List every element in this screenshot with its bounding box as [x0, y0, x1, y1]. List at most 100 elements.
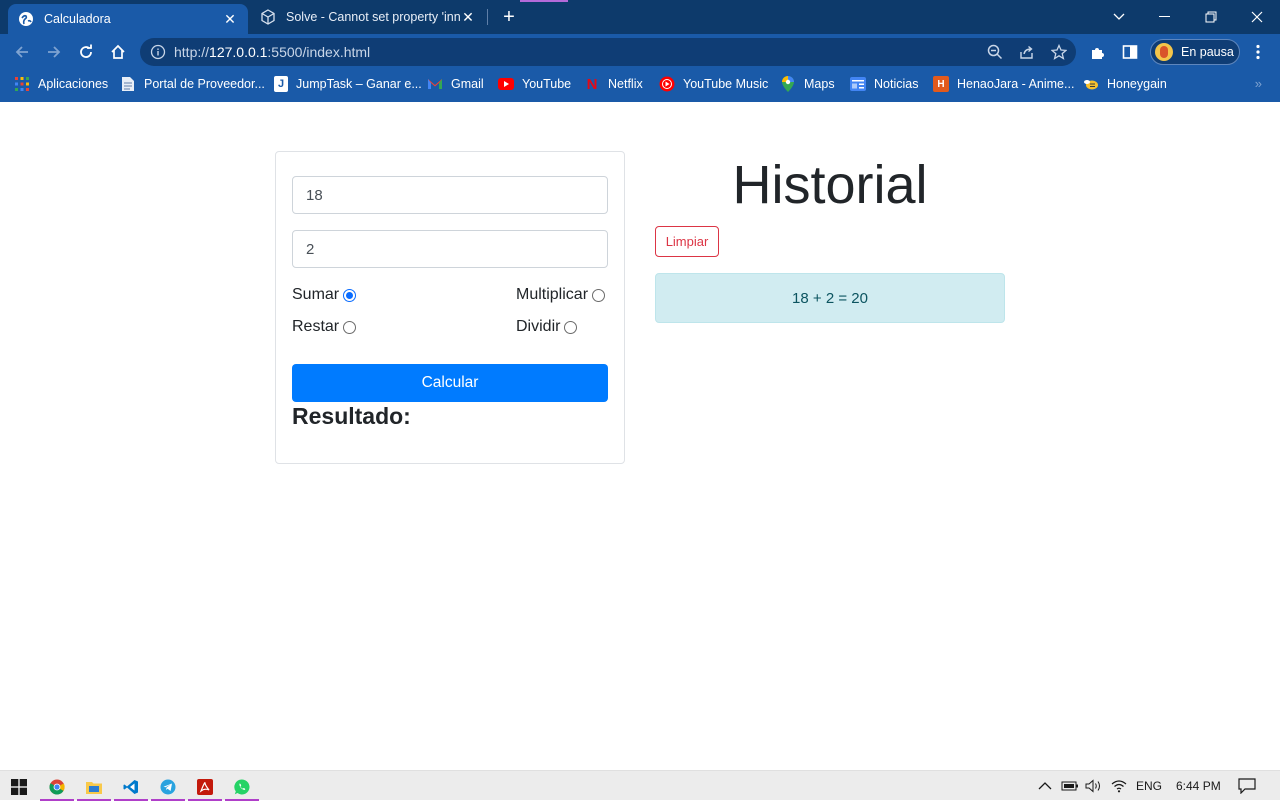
- volume-icon[interactable]: [1085, 771, 1103, 801]
- profile-button[interactable]: En pausa: [1150, 39, 1240, 65]
- bookmark-netflix[interactable]: N Netflix: [584, 70, 643, 98]
- tab-calculadora[interactable]: Calculadora ✕: [8, 4, 248, 34]
- browser-toolbar: http://127.0.0.1:5500/index.html En paus…: [0, 34, 1280, 70]
- new-tab-icon[interactable]: +: [498, 6, 520, 28]
- option-label: Restar: [292, 318, 340, 335]
- bookmark-honeygain[interactable]: Honeygain: [1083, 70, 1167, 98]
- cube-icon: [260, 9, 276, 25]
- option-multiplicar[interactable]: Multiplicar: [516, 286, 606, 304]
- show-hidden-icons-chevron-icon[interactable]: [1038, 771, 1052, 801]
- history-entry: 18 + 2 = 20: [655, 273, 1005, 323]
- share-icon[interactable]: [1018, 43, 1036, 61]
- bookmark-portal-proveedor[interactable]: Portal de Proveedor...: [120, 70, 265, 98]
- forward-arrow-icon[interactable]: [42, 40, 66, 64]
- bookmark-label: Gmail: [451, 77, 484, 91]
- henaojara-icon: H: [933, 76, 949, 92]
- notifications-icon[interactable]: [1238, 771, 1256, 801]
- option-dividir[interactable]: Dividir: [516, 318, 578, 336]
- option-sumar[interactable]: Sumar: [292, 286, 357, 304]
- language-indicator[interactable]: ENG: [1136, 771, 1162, 801]
- home-icon[interactable]: [106, 40, 130, 64]
- page-content: Sumar Multiplicar Restar Dividir Calcula…: [0, 102, 1280, 770]
- bookmark-label: Portal de Proveedor...: [144, 77, 265, 91]
- jumptask-icon: J: [274, 76, 288, 92]
- back-arrow-icon[interactable]: [10, 40, 34, 64]
- tab-title: Calculadora: [44, 12, 111, 26]
- menu-kebab-icon[interactable]: [1248, 42, 1268, 62]
- bookmark-noticias[interactable]: Noticias: [850, 70, 918, 98]
- zoom-icon[interactable]: [986, 43, 1004, 61]
- bookmark-maps[interactable]: Maps: [780, 70, 835, 98]
- tab-close-icon[interactable]: ✕: [460, 9, 476, 25]
- clock[interactable]: 6:44 PM: [1176, 771, 1221, 801]
- option-label: Sumar: [292, 286, 340, 303]
- browser-titlebar: Calculadora ✕ Solve - Cannot set propert…: [0, 0, 1280, 34]
- bookmark-youtube[interactable]: YouTube: [498, 70, 571, 98]
- second-number-input[interactable]: [292, 230, 608, 268]
- bookmark-label: Aplicaciones: [38, 77, 109, 91]
- bookmark-gmail[interactable]: Gmail: [427, 70, 484, 98]
- option-label: Multiplicar: [516, 286, 589, 303]
- result-label: Resultado:: [292, 403, 411, 429]
- option-restar[interactable]: Restar: [292, 318, 357, 336]
- chrome-icon[interactable]: [38, 773, 76, 801]
- file-explorer-icon[interactable]: [75, 773, 113, 801]
- bookmark-label: Maps: [804, 77, 835, 91]
- start-icon[interactable]: [0, 773, 38, 801]
- bookmark-henaojara[interactable]: H HenaoJara - Anime...: [933, 70, 1074, 98]
- bookmark-label: Netflix: [608, 77, 643, 91]
- calculator-card: Sumar Multiplicar Restar Dividir Calcula…: [275, 151, 625, 464]
- option-label: Dividir: [516, 318, 561, 335]
- close-window-icon[interactable]: [1234, 0, 1280, 34]
- vscode-icon[interactable]: [112, 773, 150, 801]
- restore-icon[interactable]: [1188, 0, 1234, 34]
- honeygain-icon: [1083, 76, 1099, 92]
- side-panel-icon[interactable]: [1120, 42, 1140, 62]
- site-info-icon[interactable]: [150, 44, 166, 60]
- tab-search-chevron-icon[interactable]: [1096, 0, 1142, 34]
- radio-sumar[interactable]: [343, 288, 357, 302]
- globe-icon: [18, 11, 34, 27]
- telegram-icon[interactable]: [149, 773, 187, 801]
- more-bookmarks-chevron-icon[interactable]: »: [1255, 76, 1262, 91]
- url-host: 127.0.0.1: [209, 44, 268, 60]
- battery-icon[interactable]: [1061, 771, 1079, 801]
- calculate-button[interactable]: Calcular: [292, 364, 608, 402]
- extensions-puzzle-icon[interactable]: [1088, 42, 1108, 62]
- tab-separator: [487, 9, 488, 25]
- bookmark-label: Noticias: [874, 77, 919, 91]
- address-bar[interactable]: http://127.0.0.1:5500/index.html: [140, 38, 1076, 66]
- netflix-icon: N: [586, 75, 598, 93]
- wifi-icon[interactable]: [1111, 771, 1127, 801]
- bookmarks-bar: Aplicaciones Portal de Proveedor... J Ju…: [0, 70, 1280, 102]
- tab-close-icon[interactable]: ✕: [222, 11, 238, 27]
- clear-history-button[interactable]: Limpiar: [655, 226, 719, 257]
- history-title: Historial: [732, 155, 928, 215]
- acrobat-icon[interactable]: [186, 773, 224, 801]
- bookmark-label: HenaoJara - Anime...: [957, 77, 1075, 91]
- url-path: :5500/index.html: [267, 44, 371, 60]
- url-prefix: http://: [174, 44, 210, 60]
- windows-taskbar: ENG 6:44 PM: [0, 770, 1280, 801]
- tab-title: Solve - Cannot set property 'inne: [286, 10, 460, 24]
- radio-dividir[interactable]: [564, 320, 578, 334]
- tab-solve[interactable]: Solve - Cannot set property 'inne ✕: [250, 0, 486, 34]
- bookmark-label: YouTube: [522, 77, 572, 91]
- bookmark-aplicaciones[interactable]: Aplicaciones: [14, 70, 108, 98]
- media-indicator: [520, 0, 568, 2]
- star-bookmark-icon[interactable]: [1050, 43, 1068, 61]
- bookmark-jumptask[interactable]: J JumpTask – Ganar e...: [274, 70, 422, 98]
- url-text[interactable]: http://127.0.0.1:5500/index.html: [174, 44, 370, 60]
- bookmark-youtube-music[interactable]: YouTube Music: [659, 70, 768, 98]
- whatsapp-icon[interactable]: [223, 773, 261, 801]
- youtube-icon: [498, 76, 514, 92]
- radio-restar[interactable]: [343, 320, 357, 334]
- bookmark-label: Honeygain: [1107, 77, 1167, 91]
- minimize-icon[interactable]: [1142, 0, 1188, 34]
- bookmark-label: YouTube Music: [683, 77, 769, 91]
- gmail-icon: [427, 76, 443, 92]
- profile-avatar: [1155, 43, 1173, 61]
- first-number-input[interactable]: [292, 176, 608, 214]
- radio-multiplicar[interactable]: [592, 288, 606, 302]
- reload-icon[interactable]: [74, 40, 98, 64]
